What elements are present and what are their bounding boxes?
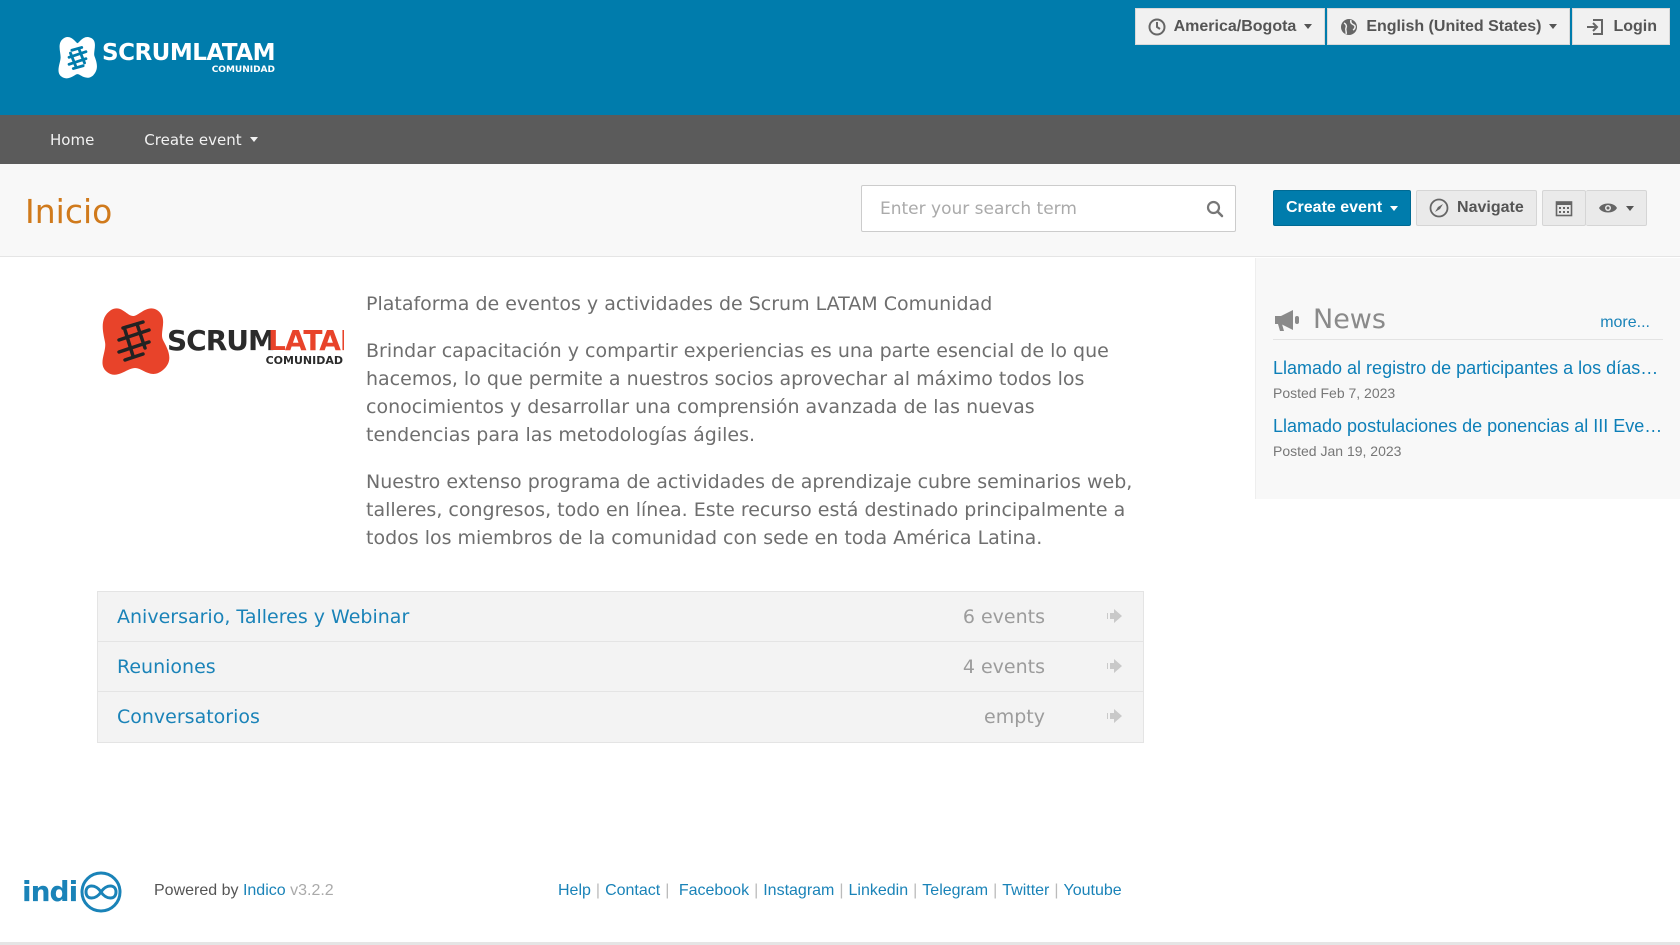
create-event-button[interactable]: Create event (1273, 190, 1412, 226)
separator: | (913, 882, 918, 899)
header-toolbar: America/Bogota English (United States) L… (1133, 8, 1670, 45)
separator: | (754, 882, 759, 899)
indico-version: v3.2.2 (290, 882, 334, 899)
login-label: Login (1613, 17, 1657, 35)
footer: indi Powered by Indico v3.2.2 Help | Conta… (0, 860, 1680, 920)
powered-by-label: Powered by (154, 882, 239, 899)
title-bar: Inicio Create event Navigate (0, 164, 1680, 257)
description-paragraph: Plataforma de eventos y actividades de S… (366, 293, 993, 315)
login-icon (1587, 18, 1604, 35)
globe-icon (1341, 18, 1358, 35)
category-count: empty (984, 706, 1045, 728)
news-title: News (1313, 304, 1386, 335)
compass-icon (1429, 198, 1449, 218)
news-header: News more... (1273, 300, 1663, 340)
eye-icon (1598, 203, 1617, 213)
chevron-down-icon (1390, 205, 1399, 211)
description-paragraph: Brindar capacitación y compartir experie… (366, 340, 1109, 446)
logo-subtitle: COMUNIDAD (211, 65, 275, 75)
category-description: Plataforma de eventos y actividades de S… (366, 290, 1136, 571)
footer-link-youtube[interactable]: Youtube (1064, 882, 1122, 899)
language-label: English (United States) (1366, 17, 1542, 35)
news-item: Llamado al registro de participantes a l… (1273, 358, 1663, 401)
nav-create-event[interactable]: Create event (144, 130, 258, 149)
news-item-date: Posted Jan 19, 2023 (1273, 443, 1402, 459)
scrumlatam-logo-image: SCRUM LATAM COMUNIDAD (102, 308, 344, 375)
timezone-label: America/Bogota (1173, 17, 1297, 35)
arrow-right-icon (1104, 709, 1122, 723)
news-more-link[interactable]: more... (1600, 314, 1650, 332)
svg-text:LATAM: LATAM (268, 324, 344, 357)
create-event-label: Create event (1286, 199, 1383, 216)
footer-link-help[interactable]: Help (558, 882, 591, 899)
calendar-button[interactable] (1541, 190, 1586, 226)
news-item-date: Posted Feb 7, 2023 (1273, 385, 1396, 401)
svg-text:SCRUM: SCRUM (167, 324, 275, 357)
nav-create-event-label: Create event (144, 130, 242, 149)
timezone-selector[interactable]: America/Bogota (1134, 8, 1326, 45)
logo-title: SCRUMLATAM (102, 40, 275, 66)
footer-links: Help | Contact | Facebook | Instagram | Linkedi… (558, 882, 1122, 900)
scrumlatam-logo-icon (58, 37, 97, 79)
description-paragraph: Nuestro extenso programa de actividades … (366, 471, 1133, 549)
news-item-link[interactable]: Llamado al registro de participantes a l… (1273, 358, 1663, 379)
search-button[interactable] (1195, 200, 1235, 218)
category-count: 6 events (962, 605, 1045, 628)
separator: | (665, 882, 674, 899)
news-sidebar: News more... Llamado al registro de part… (1255, 258, 1680, 499)
footer-link-contact[interactable]: Contact (605, 882, 660, 899)
calendar-icon (1555, 201, 1573, 217)
footer-link-instagram[interactable]: Instagram (763, 882, 834, 899)
category-row[interactable]: Reuniones 4 events (98, 642, 1143, 692)
navigate-label: Navigate (1457, 199, 1524, 216)
separator: | (993, 882, 998, 899)
indico-logo-icon: indi (22, 871, 122, 913)
separator: | (1054, 882, 1059, 899)
search-box (861, 185, 1236, 232)
login-button[interactable]: Login (1572, 8, 1670, 45)
view-button-group (1541, 190, 1647, 226)
chevron-down-icon (1625, 205, 1634, 211)
svg-text:indi: indi (22, 875, 77, 908)
footer-link-facebook[interactable]: Facebook (679, 882, 749, 899)
category-link[interactable]: Reuniones (117, 656, 216, 678)
category-list: Aniversario, Talleres y Webinar 6 events… (97, 591, 1144, 743)
indico-logo[interactable]: indi (22, 870, 126, 919)
indico-link[interactable]: Indico (243, 882, 286, 899)
page-title: Inicio (25, 192, 113, 231)
category-link[interactable]: Conversatorios (117, 706, 260, 728)
category-link[interactable]: Aniversario, Talleres y Webinar (117, 606, 409, 628)
arrow-right-icon (1104, 659, 1122, 673)
footer-link-linkedin[interactable]: Linkedin (849, 882, 909, 899)
chevron-down-icon (1549, 24, 1558, 29)
chevron-down-icon (249, 137, 258, 142)
news-item: Llamado postulaciones de ponencias al II… (1273, 416, 1663, 459)
category-row[interactable]: Aniversario, Talleres y Webinar 6 events (98, 592, 1143, 642)
search-input[interactable] (862, 186, 1195, 231)
powered-by: Powered by Indico v3.2.2 (154, 882, 334, 900)
svg-text:COMUNIDAD: COMUNIDAD (266, 354, 343, 367)
navigate-button[interactable]: Navigate (1416, 190, 1537, 226)
nav-home[interactable]: Home (50, 131, 94, 149)
category-row[interactable]: Conversatorios empty (98, 692, 1143, 742)
language-selector[interactable]: English (United States) (1327, 8, 1571, 45)
clock-icon (1148, 18, 1166, 35)
footer-link-telegram[interactable]: Telegram (922, 882, 988, 899)
category-logo: SCRUM LATAM COMUNIDAD (97, 298, 344, 384)
separator: | (839, 882, 844, 899)
footer-link-twitter[interactable]: Twitter (1002, 882, 1049, 899)
search-icon (1206, 200, 1224, 217)
main-nav: Home Create event (0, 115, 1680, 164)
chevron-down-icon (1304, 24, 1313, 29)
arrow-right-icon (1104, 609, 1122, 623)
view-options-button[interactable] (1585, 190, 1647, 226)
news-item-link[interactable]: Llamado postulaciones de ponencias al II… (1273, 416, 1663, 437)
megaphone-icon (1275, 309, 1299, 331)
top-header: SCRUMLATAM COMUNIDAD America/Bogota Engl… (0, 0, 1680, 115)
site-logo[interactable]: SCRUMLATAM COMUNIDAD (55, 22, 275, 94)
category-count: 4 events (962, 655, 1045, 678)
separator: | (595, 882, 601, 899)
title-actions: Create event Navigate (1273, 190, 1647, 226)
